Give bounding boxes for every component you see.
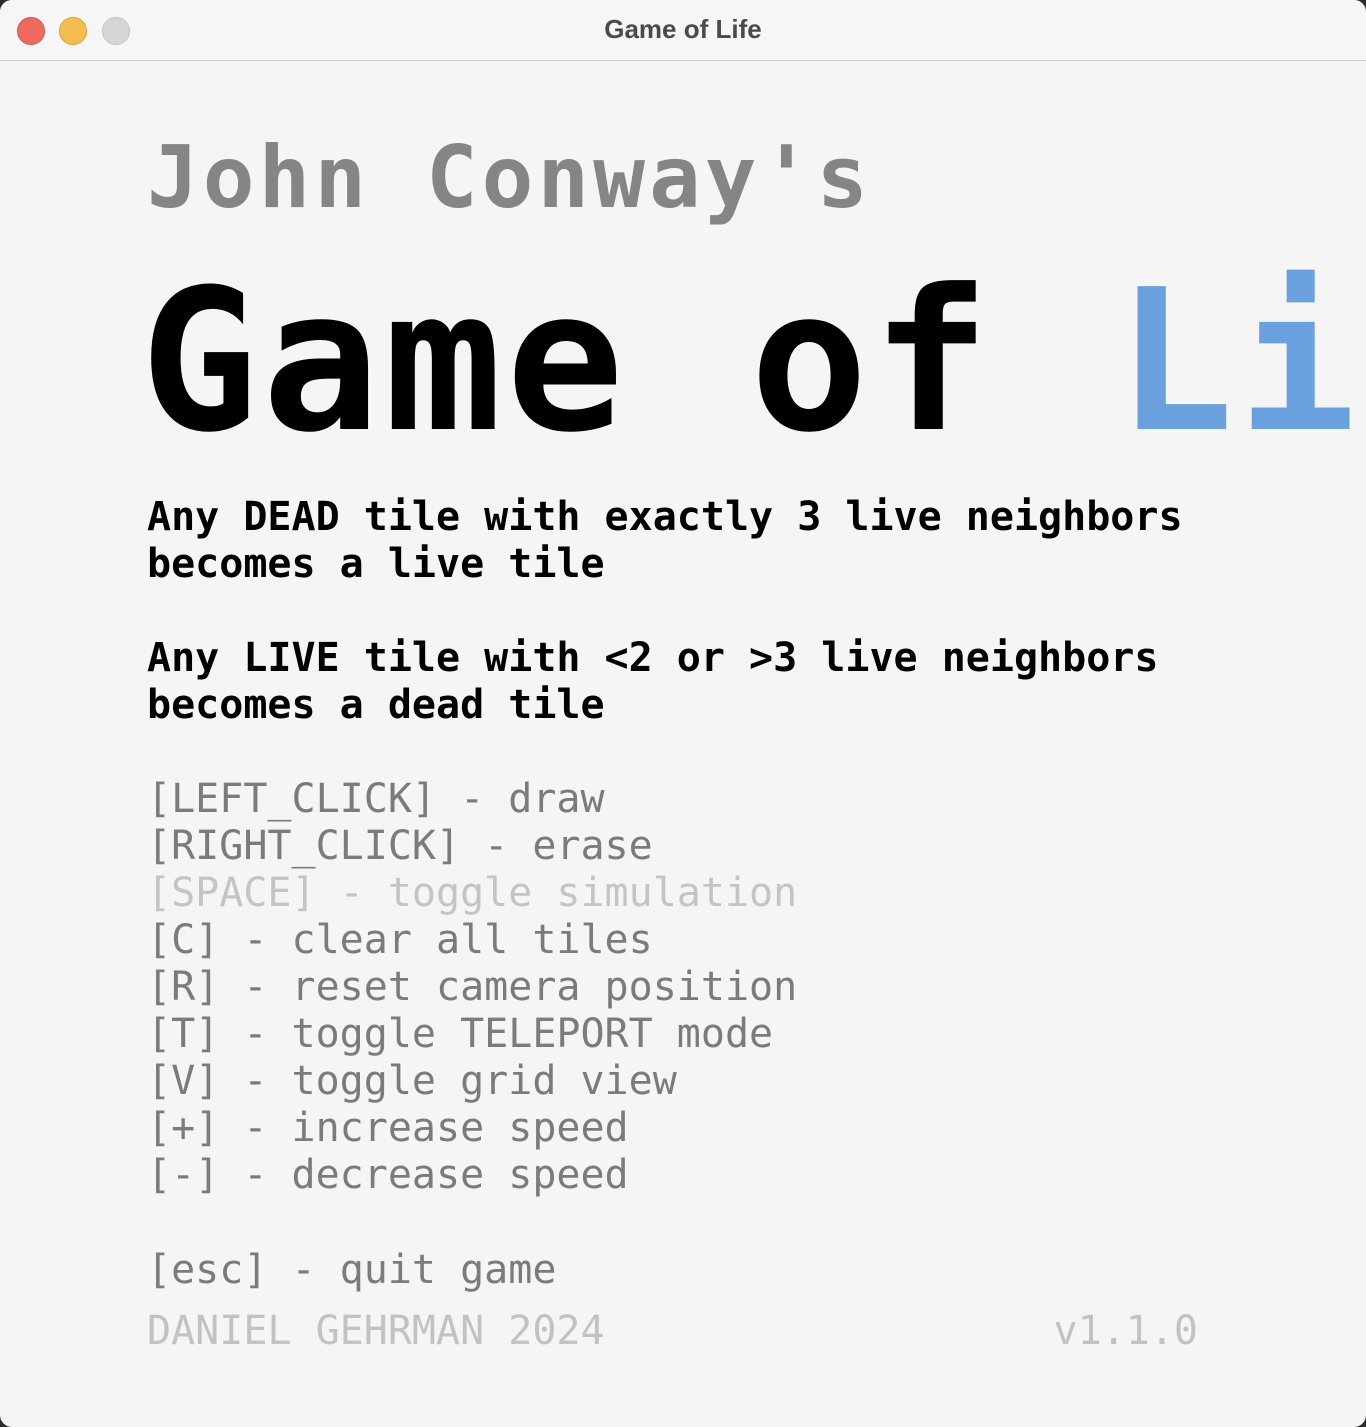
control-quit: [esc] - quit game [147, 1247, 557, 1293]
rule-death: Any LIVE tile with <2 or >3 live neighbo… [147, 635, 1158, 729]
control-grid-view: [V] - toggle grid view [147, 1058, 677, 1104]
control-toggle-simulation: [SPACE] - toggle simulation [147, 870, 798, 916]
author-credit: DANIEL GEHRMAN 2024 [147, 1308, 605, 1354]
subtitle: John Conway's [147, 128, 873, 228]
title-main: Game of [140, 248, 1117, 476]
rule-death-line1: Any LIVE tile with <2 or >3 live neighbo… [147, 635, 1159, 681]
version-label: v1.1.0 [1053, 1308, 1199, 1354]
game-title: Game of Life [140, 262, 1366, 462]
control-draw: [LEFT_CLICK] - draw [147, 776, 605, 822]
rule-death-line2: becomes a dead tile [147, 682, 605, 728]
control-teleport: [T] - toggle TELEPORT mode [147, 1011, 774, 1057]
rule-birth-line2: becomes a live tile [147, 541, 605, 587]
control-reset-camera: [R] - reset camera position [147, 964, 798, 1010]
title-accent: Life [1116, 248, 1366, 476]
control-erase: [RIGHT_CLICK] - erase [147, 823, 653, 869]
rule-birth-line1: Any DEAD tile with exactly 3 live neighb… [147, 494, 1183, 540]
app-window: Game of Life John Conway's Game of Life … [0, 0, 1366, 1427]
rule-birth: Any DEAD tile with exactly 3 live neighb… [147, 494, 1183, 588]
window-title: Game of Life [604, 14, 762, 44]
title-bar[interactable]: Game of Life [0, 0, 1366, 61]
control-decrease-speed: [-] - decrease speed [147, 1152, 629, 1198]
control-clear: [C] - clear all tiles [147, 917, 653, 963]
controls-list: [LEFT_CLICK] - draw [RIGHT_CLICK] - eras… [147, 776, 797, 1199]
control-increase-speed: [+] - increase speed [147, 1105, 629, 1151]
